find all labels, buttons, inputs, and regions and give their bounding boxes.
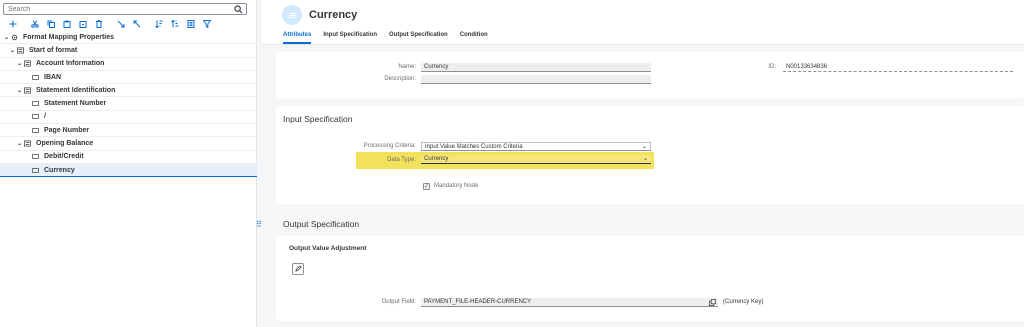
- mandatory-node-label: Mandatory Node: [434, 183, 479, 189]
- data-type-select[interactable]: Currency ⌄: [421, 155, 651, 164]
- tree-panel: ⌄Format Mapping Properties⌄Start of form…: [0, 0, 262, 327]
- collapse-icon[interactable]: [129, 18, 145, 30]
- attributes-card: Name: Currency Description: ID: N0013363…: [276, 52, 1024, 98]
- tree-row[interactable]: IBAN: [0, 71, 257, 85]
- tree-row-label: Statement Number: [44, 100, 107, 108]
- chevron-down-icon[interactable]: ⌄: [642, 143, 647, 152]
- tab-bar: Attributes Input Specification Output Sp…: [283, 32, 500, 44]
- tree-row[interactable]: Debit/Credit: [0, 151, 257, 164]
- structure-icon: [16, 47, 24, 54]
- name-field[interactable]: Currency: [421, 63, 651, 72]
- splitter-handle[interactable]: ⠿: [256, 221, 262, 232]
- page-title: Currency: [309, 9, 358, 21]
- data-type-label: Data Type:: [387, 157, 416, 163]
- data-type-value: Currency: [424, 156, 449, 162]
- tree-toolbar: [0, 17, 257, 31]
- description-label: Description:: [384, 76, 416, 82]
- list-icon: [23, 140, 31, 147]
- tree-row-label: /: [44, 113, 46, 121]
- output-field-description: (Currency Key): [723, 299, 764, 305]
- processing-criteria-select[interactable]: Input Value Matches Custom Criteria ⌄: [421, 142, 651, 151]
- output-field-label: Output Field:: [381, 299, 416, 305]
- tree-row-label: Opening Balance: [36, 140, 94, 148]
- field-icon: [31, 113, 39, 120]
- processing-criteria-label: Processing Criteria:: [363, 143, 416, 149]
- name-label: Name:: [398, 64, 416, 70]
- mandatory-node-checkbox[interactable]: ✓: [423, 183, 430, 190]
- search-input[interactable]: [4, 4, 224, 14]
- tree-row-label: Statement Identification: [36, 86, 116, 94]
- id-field[interactable]: N00133634836: [783, 63, 1013, 72]
- paste-icon[interactable]: [59, 18, 75, 30]
- tree-row-label: Start of format: [29, 46, 78, 54]
- tree-row[interactable]: /: [0, 111, 257, 125]
- sort-descending-icon[interactable]: [167, 18, 183, 30]
- value-help-icon[interactable]: [709, 299, 716, 310]
- sort-ascending-icon[interactable]: [151, 18, 167, 30]
- search-icon[interactable]: [234, 5, 243, 14]
- tree-row[interactable]: Currency: [0, 163, 257, 178]
- tree-row[interactable]: ⌄ Start of format: [0, 44, 257, 58]
- input-specification-title: Input Specification: [283, 114, 353, 124]
- copy-icon[interactable]: [43, 18, 59, 30]
- tab-attributes[interactable]: Attributes: [283, 32, 312, 44]
- tree-row[interactable]: ⌄ Account Information: [0, 58, 257, 71]
- output-value-adjustment-title: Output Value Adjustment: [289, 245, 367, 252]
- format-tree: ⌄ Format Mapping Properties ⌄ Start of form…: [0, 31, 257, 178]
- field-icon: [31, 74, 39, 81]
- output-specification-title: Output Specification: [283, 219, 360, 229]
- tree-row-label: IBAN: [44, 73, 62, 81]
- list-icon: [23, 87, 31, 94]
- tab-output-specification[interactable]: Output Specification: [389, 32, 448, 44]
- chevron-down-icon[interactable]: ⌄: [643, 155, 648, 164]
- tree-row[interactable]: ⌄ Opening Balance: [0, 137, 257, 151]
- pencil-icon: [294, 264, 302, 274]
- field-icon: [31, 167, 39, 174]
- description-field[interactable]: [421, 75, 651, 84]
- tree-row-label: Currency: [44, 166, 75, 174]
- tab-condition[interactable]: Condition: [460, 32, 488, 44]
- input-specification-card: Input Specification Processing Criteria:…: [276, 106, 1024, 204]
- edit-button[interactable]: [292, 263, 304, 275]
- expand-icon[interactable]: [113, 18, 129, 30]
- tree-row-label: Account Information: [36, 60, 105, 68]
- id-label: ID:: [768, 64, 776, 70]
- tree-row-label: Format Mapping Properties: [23, 33, 115, 41]
- delete-icon[interactable]: [91, 18, 107, 30]
- tree-row[interactable]: Page Number: [0, 124, 257, 138]
- settings-icon[interactable]: [183, 18, 199, 30]
- cut-icon[interactable]: [27, 18, 43, 30]
- avatar: [282, 5, 302, 25]
- processing-criteria-value: Input Value Matches Custom Criteria: [425, 144, 523, 150]
- list-icon: [23, 60, 31, 67]
- field-icon: [31, 127, 39, 134]
- search-field[interactable]: [3, 3, 247, 15]
- output-field[interactable]: PAYMENT_FILE-HEADER-CURRENCY: [421, 298, 718, 307]
- tab-input-specification[interactable]: Input Specification: [323, 32, 377, 44]
- add-icon[interactable]: [5, 18, 21, 30]
- gear-icon: [10, 34, 18, 41]
- tree-row-label: Page Number: [44, 126, 90, 134]
- paste-child-icon[interactable]: [75, 18, 91, 30]
- detail-panel: Currency Attributes Input Specification …: [262, 0, 1024, 327]
- field-icon: [31, 100, 39, 107]
- output-field-value: PAYMENT_FILE-HEADER-CURRENCY: [424, 299, 532, 305]
- field-icon: [31, 153, 39, 160]
- tree-row-label: Debit/Credit: [44, 153, 84, 161]
- tree-row[interactable]: ⌄ Format Mapping Properties: [0, 31, 257, 45]
- tree-row[interactable]: ⌄ Statement Identification: [0, 84, 257, 98]
- tree-row[interactable]: Statement Number: [0, 97, 257, 111]
- object-header: Currency Attributes Input Specification …: [262, 0, 1024, 45]
- filter-icon[interactable]: [199, 18, 215, 30]
- output-specification-card: Output Value Adjustment Output Field: PA…: [276, 236, 1024, 321]
